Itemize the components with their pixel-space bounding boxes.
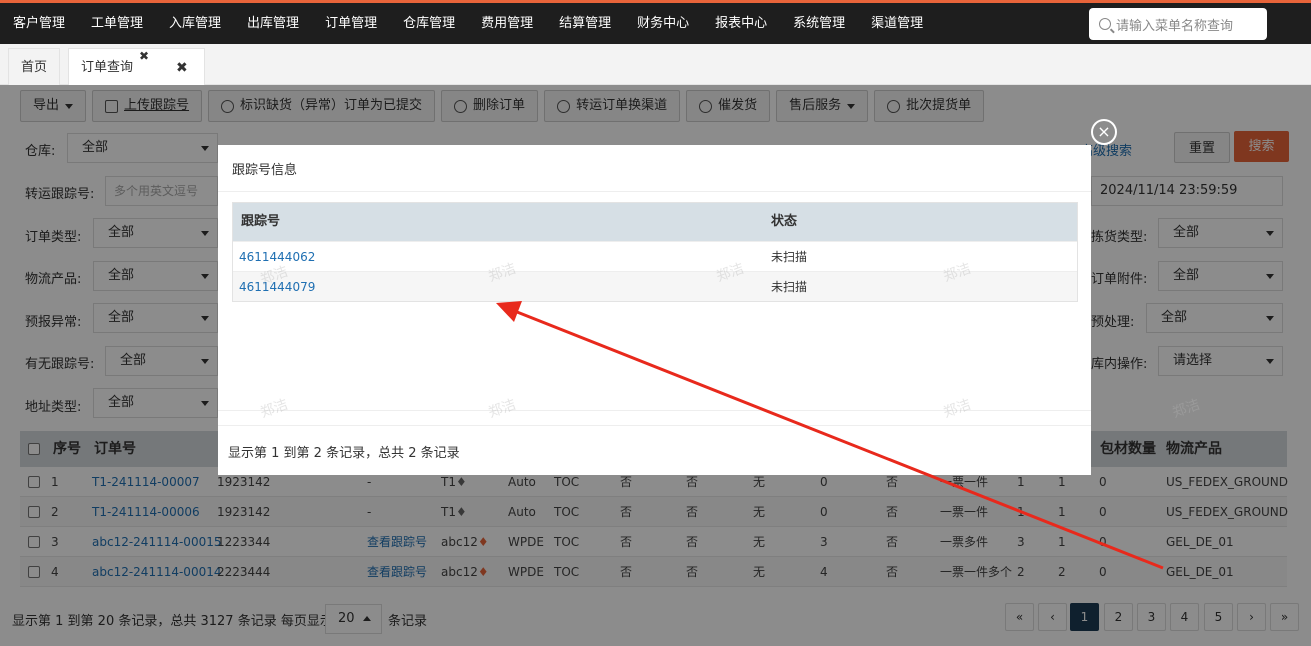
menu-search-input[interactable]: 请输入菜单名称查询 [1089, 8, 1267, 40]
tab-home[interactable]: 首页 [8, 48, 61, 85]
tracking-table: 跟踪号 状态 4611444062 未扫描 4611444079 未扫描 [232, 202, 1078, 302]
menu-item-warehouse[interactable]: 仓库管理 [390, 3, 468, 44]
menu-item-orders[interactable]: 订单管理 [312, 3, 390, 44]
col-status: 状态 [771, 214, 798, 229]
menu-item-fees[interactable]: 费用管理 [468, 3, 546, 44]
menu-item-inbound[interactable]: 入库管理 [156, 3, 234, 44]
modal-divider [218, 191, 1091, 192]
close-icon[interactable]: ✖ [139, 38, 149, 75]
menu-item-customer[interactable]: 客户管理 [0, 3, 78, 44]
modal-pagination-summary: 显示第 1 到第 2 条记录，总共 2 条记录 [228, 446, 460, 461]
col-tracking: 跟踪号 [241, 214, 281, 229]
modal-close-button[interactable]: × [1091, 119, 1117, 145]
modal-divider [218, 425, 1091, 426]
modal-title: 跟踪号信息 [232, 163, 298, 178]
tracking-table-header: 跟踪号 状态 [233, 203, 1077, 241]
search-icon [1099, 18, 1111, 30]
menu-item-finance[interactable]: 财务中心 [624, 3, 702, 44]
tracking-status: 未扫描 [771, 280, 808, 294]
menu-item-system[interactable]: 系统管理 [780, 3, 858, 44]
menu-item-reports[interactable]: 报表中心 [702, 3, 780, 44]
menu-item-settlement[interactable]: 结算管理 [546, 3, 624, 44]
top-navigation: 客户管理 工单管理 入库管理 出库管理 订单管理 仓库管理 费用管理 结算管理 … [0, 0, 1311, 44]
tab-order-query-label: 订单查询 [81, 60, 134, 75]
tab-bar: 首页 订单查询 ✖ ✖ [0, 44, 1311, 85]
tab-home-label: 首页 [21, 60, 48, 75]
menu-search-placeholder: 请输入菜单名称查询 [1116, 18, 1234, 34]
menu-item-outbound[interactable]: 出库管理 [234, 3, 312, 44]
tab-order-query[interactable]: 订单查询 ✖ ✖ [68, 48, 205, 85]
tracking-info-modal: 跟踪号信息 跟踪号 状态 4611444062 未扫描 4611444079 未… [218, 145, 1091, 475]
tracking-status: 未扫描 [771, 250, 808, 264]
menu-item-channels[interactable]: 渠道管理 [858, 3, 936, 44]
close-tab-icon[interactable]: ✖ [176, 50, 188, 87]
